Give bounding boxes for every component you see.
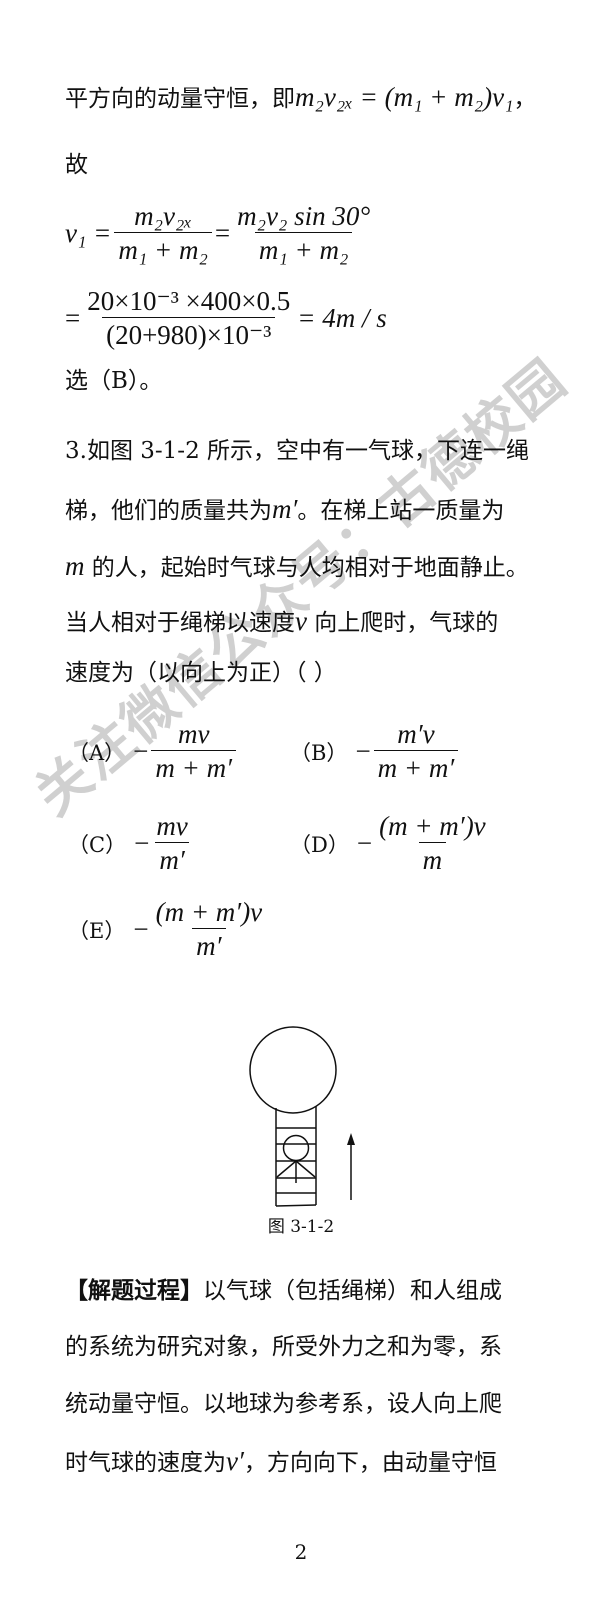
solution-line: 时气球的速度为v′，方向向下，由动量守恒	[65, 1446, 497, 1478]
text: 以气球（包括绳梯）和人组成	[203, 1278, 502, 1304]
balloon-figure	[249, 1026, 355, 1207]
person	[276, 1134, 316, 1183]
math: v′	[226, 1446, 244, 1476]
solution-line: 【解题过程】以气球（包括绳梯）和人组成	[65, 1276, 502, 1306]
solution-line: 的系统为研究对象，所受外力之和为零，系	[65, 1334, 502, 1360]
solution-heading: 【解题过程】	[65, 1277, 203, 1304]
figure-caption: 图 3-1-2	[267, 1217, 335, 1237]
solution-line: 统动量守恒。以地球为参考系，设人向上爬	[65, 1391, 502, 1417]
text: ，方向向下，由动量守恒	[243, 1450, 497, 1476]
page-number: 2	[294, 1540, 308, 1564]
balloon	[249, 1026, 337, 1114]
rope-ladder	[275, 1106, 317, 1207]
text: 时气球的速度为	[65, 1450, 226, 1476]
